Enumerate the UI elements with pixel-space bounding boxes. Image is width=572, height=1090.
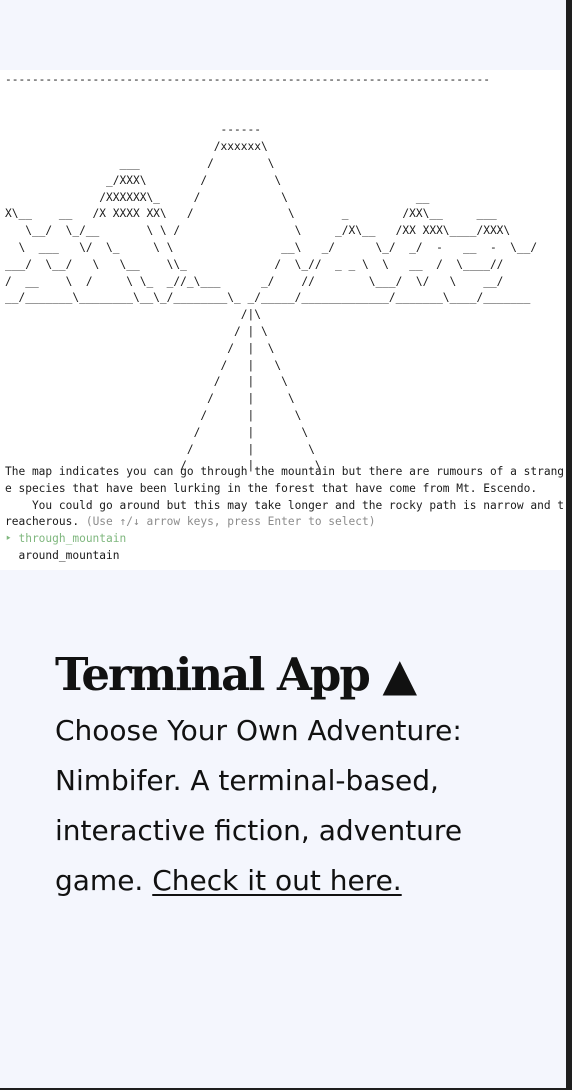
story-line: e species that have been lurking in the … bbox=[5, 481, 538, 495]
project-description: Choose Your Own Adventure: Nimbifer. A t… bbox=[55, 706, 525, 906]
story-line: You could go around but this may take lo… bbox=[5, 498, 565, 512]
option-through-mountain[interactable]: ‣ through_mountain bbox=[5, 532, 126, 545]
story-line: The map indicates you can go through the… bbox=[5, 465, 565, 478]
project-title: Terminal App ▲ bbox=[55, 648, 417, 701]
prompt-hint: (Use ↑/↓ arrow keys, press Enter to sele… bbox=[79, 515, 376, 529]
project-card: Terminal App ▲ Choose Your Own Adventure… bbox=[55, 644, 525, 906]
check-it-out-link[interactable]: Check it out here. bbox=[152, 864, 401, 897]
terminal-story-text: The map indicates you can go through the… bbox=[5, 464, 564, 565]
ascii-mountain-map: ----------------------------------------… bbox=[5, 73, 538, 473]
option-around-mountain[interactable]: around_mountain bbox=[5, 549, 119, 562]
story-line: reacherous. bbox=[5, 515, 80, 529]
terminal-screenshot: ----------------------------------------… bbox=[0, 70, 566, 570]
right-border bbox=[566, 0, 572, 1090]
